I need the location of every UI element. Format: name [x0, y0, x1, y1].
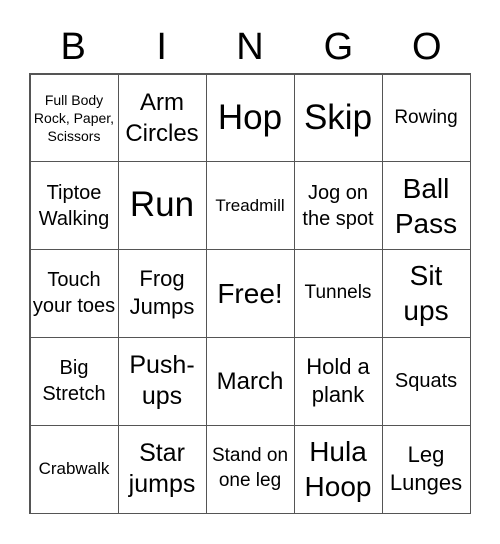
bingo-cell[interactable]: Full Body Rock, Paper, Scissors — [29, 73, 119, 163]
bingo-cell[interactable]: Jog on the spot — [293, 161, 383, 251]
header-letter-o: O — [412, 26, 442, 68]
bingo-cell[interactable]: Big Stretch — [29, 336, 119, 426]
bingo-cell[interactable]: Star jumps — [117, 424, 207, 514]
header-letter-i: I — [156, 26, 167, 68]
bingo-cell[interactable]: Ball Pass — [381, 161, 471, 251]
bingo-cell[interactable]: Stand on one leg — [205, 424, 295, 514]
bingo-cell[interactable]: Tiptoe Walking — [29, 161, 119, 251]
bingo-cell[interactable]: Rowing — [381, 73, 471, 163]
bingo-cell[interactable]: Crabwalk — [29, 424, 119, 514]
free-space[interactable]: Free! — [205, 249, 295, 338]
bingo-cell[interactable]: Frog Jumps — [117, 249, 207, 338]
bingo-grid: Full Body Rock, Paper, Scissors Arm Circ… — [29, 73, 471, 514]
bingo-cell[interactable]: Squats — [381, 336, 471, 426]
bingo-cell[interactable]: March — [205, 336, 295, 426]
bingo-cell[interactable]: Treadmill — [205, 161, 295, 251]
header-letter-b: B — [60, 26, 86, 68]
bingo-cell[interactable]: Hula Hoop — [293, 424, 383, 514]
bingo-cell[interactable]: Push-ups — [117, 336, 207, 426]
bingo-cell[interactable]: Tunnels — [293, 249, 383, 338]
bingo-cell[interactable]: Hop — [205, 73, 295, 163]
bingo-header: B I N G O — [29, 22, 471, 72]
bingo-cell[interactable]: Sit ups — [381, 249, 471, 338]
bingo-cell[interactable]: Touch your toes — [29, 249, 119, 338]
header-letter-g: G — [323, 26, 354, 68]
bingo-cell[interactable]: Run — [117, 161, 207, 251]
header-letter-n: N — [236, 26, 264, 68]
bingo-cell[interactable]: Leg Lunges — [381, 424, 471, 514]
bingo-cell[interactable]: Skip — [293, 73, 383, 163]
bingo-cell[interactable]: Arm Circles — [117, 73, 207, 163]
bingo-cell[interactable]: Hold a plank — [293, 336, 383, 426]
